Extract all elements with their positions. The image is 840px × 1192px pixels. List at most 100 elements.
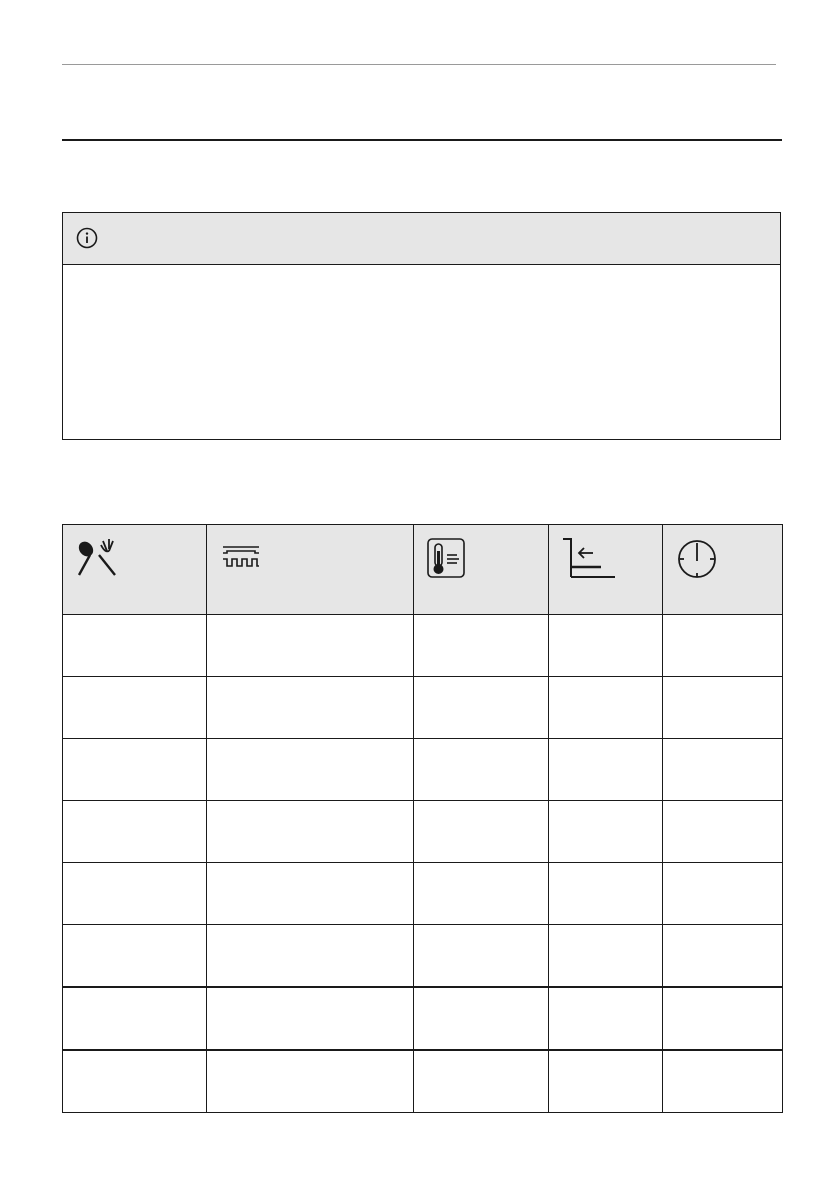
- table-cell-function: [206, 800, 414, 863]
- table-row: [62, 738, 783, 801]
- table-cell-food: [62, 1049, 207, 1113]
- table-row: [62, 862, 783, 925]
- cell-temperature-text: [414, 925, 548, 941]
- cell-shelf-level-text: [549, 739, 662, 755]
- cell-function-text: [207, 739, 413, 755]
- table-cell-function: [206, 614, 414, 677]
- table-cell-time: [662, 862, 783, 925]
- cell-function-text: [207, 677, 413, 693]
- cell-time-text: [663, 615, 782, 631]
- table-cell-temperature: [413, 986, 549, 1051]
- cell-temperature-text: [414, 863, 548, 879]
- table-cell-food: [62, 800, 207, 863]
- table-row: [62, 1049, 783, 1113]
- table-cell-food: [62, 676, 207, 739]
- table-cell-shelf-level: [548, 1049, 663, 1113]
- column-header-temperature: [413, 524, 549, 615]
- table-cell-function: [206, 738, 414, 801]
- table-cell-temperature: [413, 924, 549, 988]
- table-cell-temperature: [413, 738, 549, 801]
- cell-function-text: [207, 615, 413, 631]
- cell-time-text: [663, 863, 782, 879]
- section-title-rule: [62, 139, 782, 141]
- cell-temperature-text: [414, 739, 548, 755]
- cell-shelf-level-text: [549, 863, 662, 879]
- cell-shelf-level-text: [549, 677, 662, 693]
- time-clock-icon: [678, 540, 716, 578]
- info-circle-icon: [76, 227, 98, 249]
- cell-time-text: [663, 801, 782, 817]
- food-settings-table: [62, 524, 783, 1113]
- table-cell-food: [62, 986, 207, 1051]
- cell-temperature-text: [414, 801, 548, 817]
- table-cell-time: [662, 924, 783, 988]
- cell-time-text: [663, 677, 782, 693]
- shelf-level-icon: [563, 538, 615, 578]
- cell-food-text: [63, 863, 206, 879]
- cell-function-text: [207, 988, 413, 1004]
- info-note-box: [62, 212, 781, 440]
- cell-food-text: [63, 615, 206, 631]
- column-header-food: [62, 524, 207, 615]
- table-cell-shelf-level: [548, 614, 663, 677]
- cell-food-text: [63, 1051, 206, 1067]
- table-cell-shelf-level: [548, 800, 663, 863]
- heating-function-icon: [223, 546, 259, 567]
- cell-temperature-text: [414, 615, 548, 631]
- table-cell-temperature: [413, 800, 549, 863]
- table-cell-food: [62, 614, 207, 677]
- table-cell-time: [662, 986, 783, 1051]
- table-row: [62, 800, 783, 863]
- food-spoon-fork-icon: [77, 539, 116, 576]
- table-row: [62, 924, 783, 988]
- cell-function-text: [207, 1051, 413, 1067]
- column-header-shelf-level: [548, 524, 663, 615]
- cell-shelf-level-text: [549, 801, 662, 817]
- table-cell-food: [62, 862, 207, 925]
- column-header-function: [206, 524, 414, 615]
- table-cell-function: [206, 924, 414, 988]
- page-header-rule: [62, 64, 776, 65]
- cell-food-text: [63, 925, 206, 941]
- table-cell-time: [662, 1049, 783, 1113]
- table-cell-food: [62, 924, 207, 988]
- table-cell-temperature: [413, 676, 549, 739]
- table-cell-shelf-level: [548, 862, 663, 925]
- cell-time-text: [663, 925, 782, 941]
- table-cell-time: [662, 738, 783, 801]
- table-cell-time: [662, 676, 783, 739]
- table-row: [62, 986, 783, 1051]
- table-row: [62, 614, 783, 677]
- cell-food-text: [63, 801, 206, 817]
- cell-function-text: [207, 925, 413, 941]
- cell-shelf-level-text: [549, 988, 662, 1004]
- table-cell-shelf-level: [548, 738, 663, 801]
- table-cell-shelf-level: [548, 986, 663, 1051]
- table-cell-function: [206, 862, 414, 925]
- cell-temperature-text: [414, 988, 548, 1004]
- cell-shelf-level-text: [549, 1051, 662, 1067]
- cell-function-text: [207, 863, 413, 879]
- table-cell-function: [206, 676, 414, 739]
- table-header-row: [62, 524, 783, 615]
- cell-food-text: [63, 739, 206, 755]
- cell-food-text: [63, 677, 206, 693]
- cell-time-text: [663, 1051, 782, 1067]
- table-cell-shelf-level: [548, 924, 663, 988]
- table-cell-time: [662, 800, 783, 863]
- table-cell-shelf-level: [548, 676, 663, 739]
- cell-time-text: [663, 739, 782, 755]
- cell-time-text: [663, 988, 782, 1004]
- cell-shelf-level-text: [549, 615, 662, 631]
- table-row: [62, 676, 783, 739]
- table-cell-temperature: [413, 614, 549, 677]
- cell-food-text: [63, 988, 206, 1004]
- table-cell-temperature: [413, 862, 549, 925]
- table-cell-time: [662, 614, 783, 677]
- info-note-header: [63, 213, 780, 265]
- table-cell-temperature: [413, 1049, 549, 1113]
- temperature-thermometer-icon: [427, 538, 465, 578]
- table-cell-function: [206, 1049, 414, 1113]
- table-cell-food: [62, 738, 207, 801]
- cell-function-text: [207, 801, 413, 817]
